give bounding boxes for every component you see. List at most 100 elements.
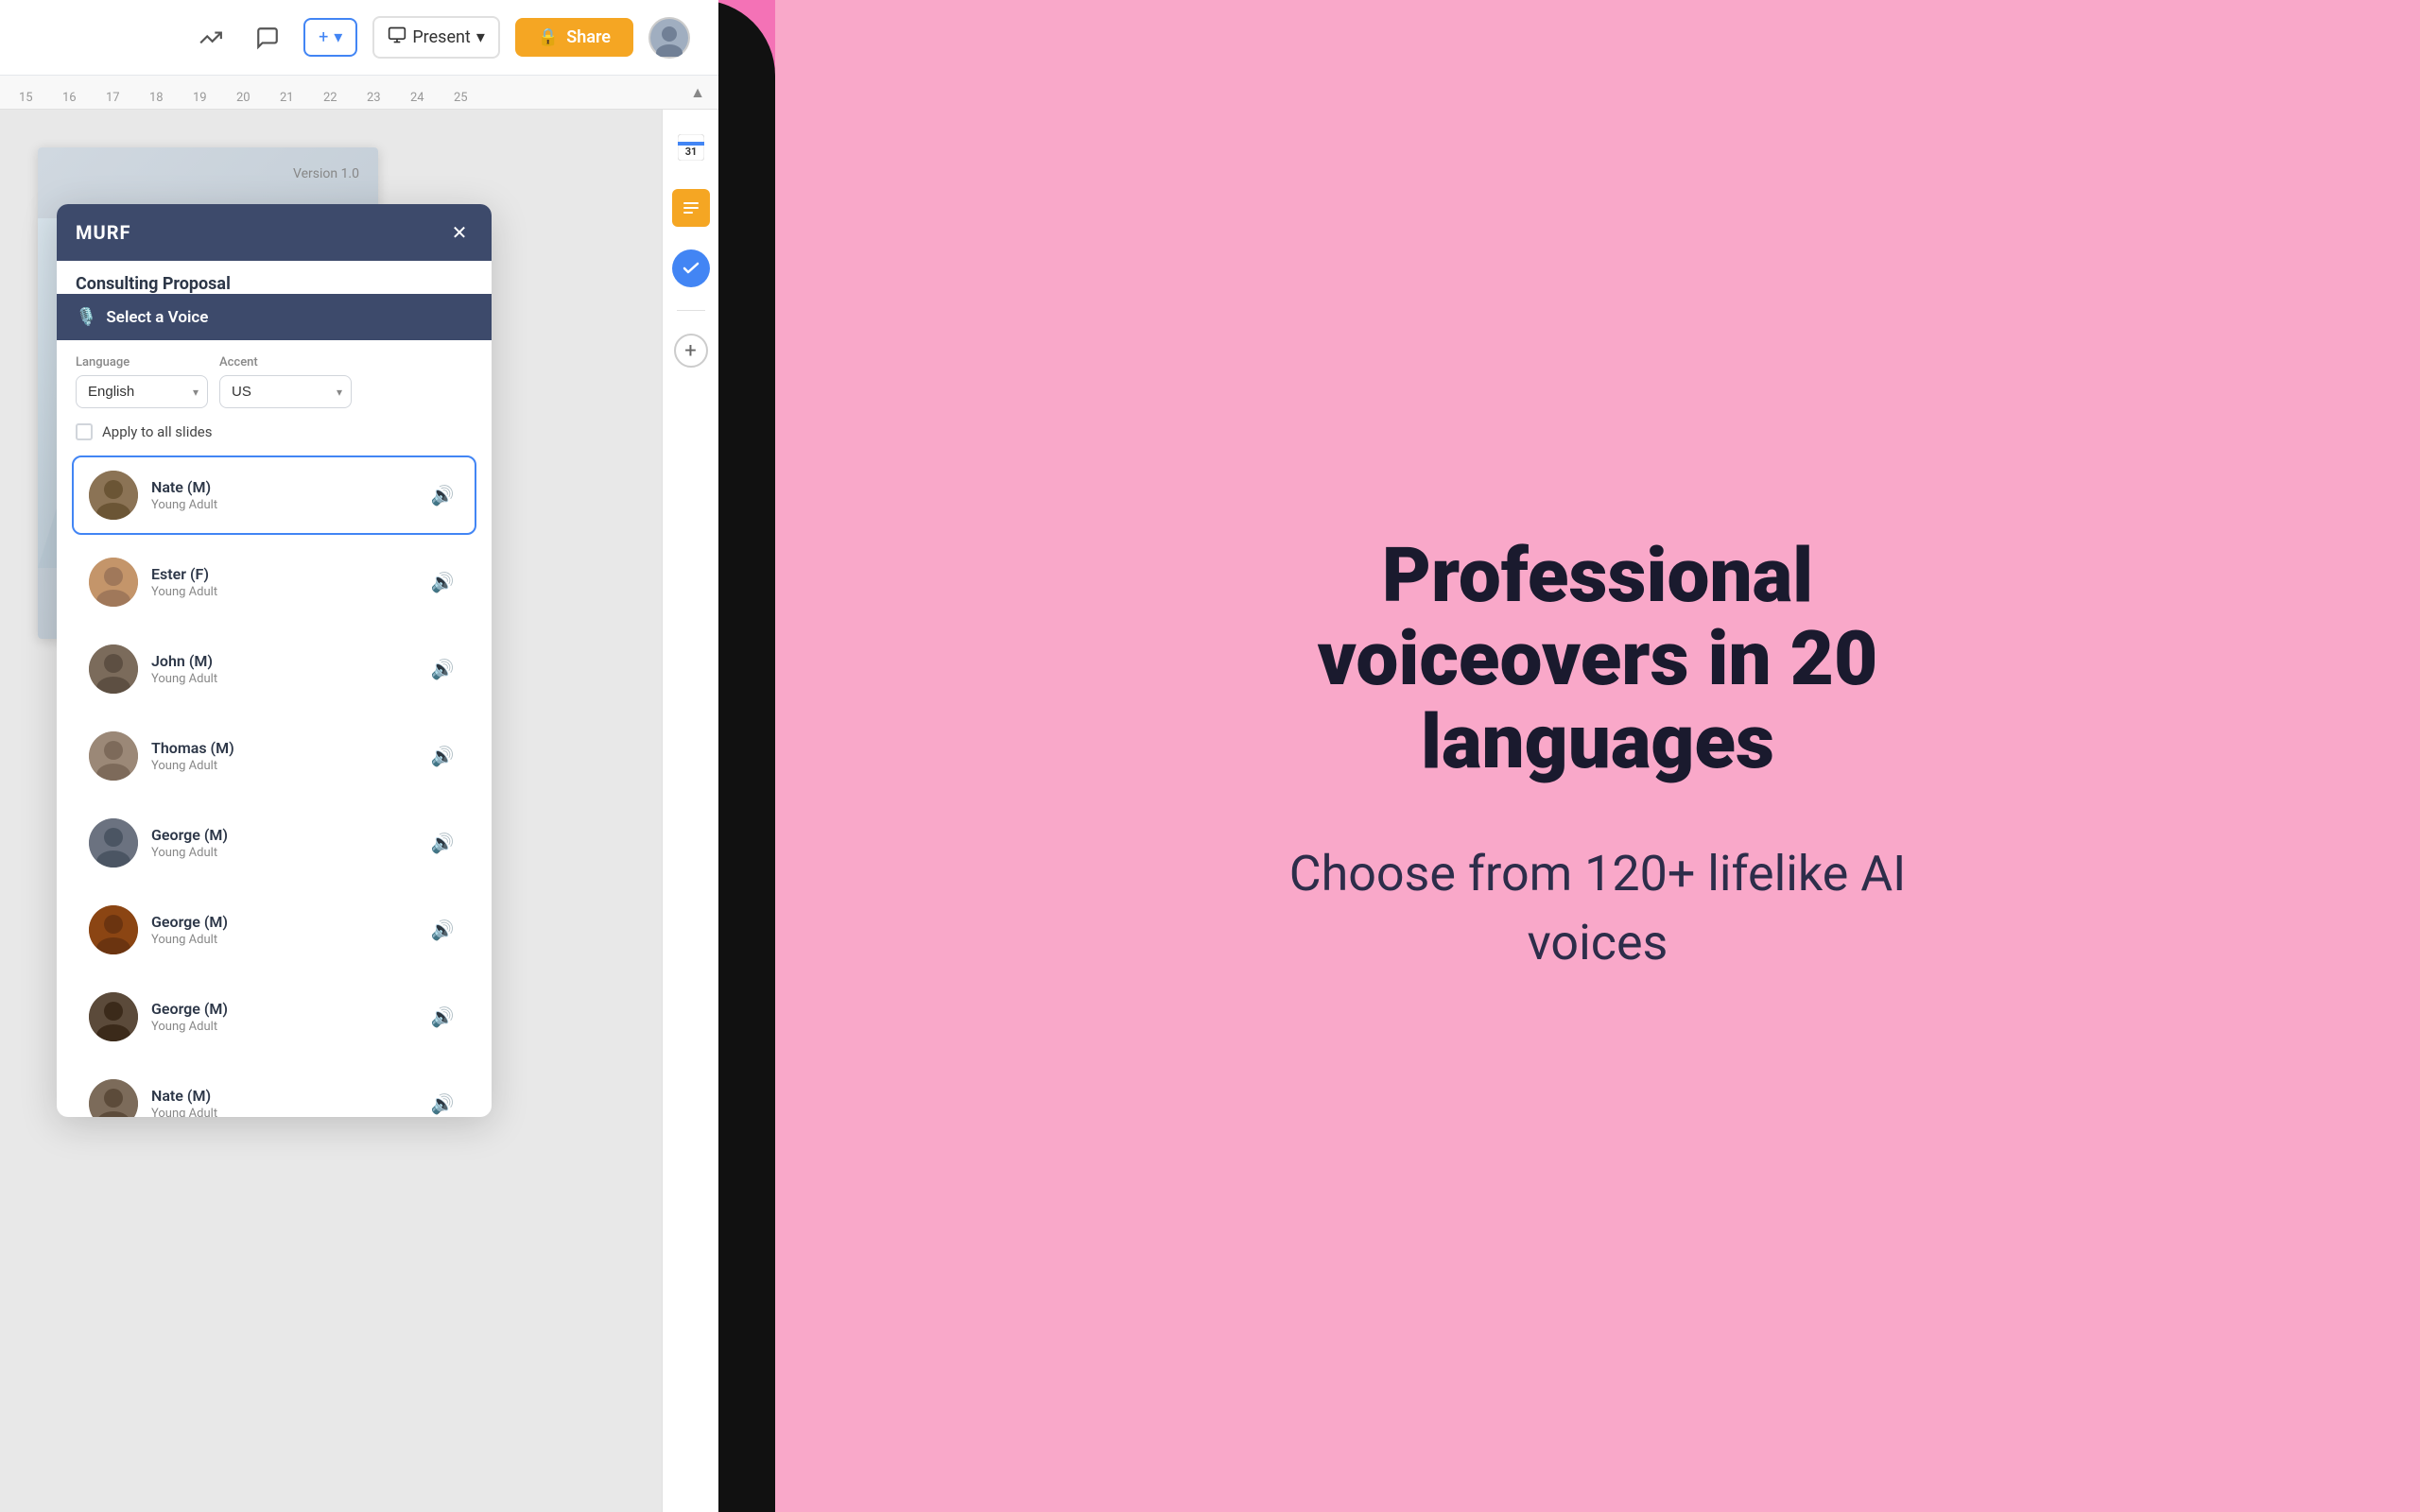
present-screen-icon [388,26,406,49]
voice-item-george-2[interactable]: George (M) Young Adult 🔊 [72,890,476,970]
voice-play-george-1[interactable]: 🔊 [425,826,459,860]
svg-text:31: 31 [684,146,697,158]
add-button[interactable]: + ▾ [303,18,357,57]
language-filter-group: Language English Spanish French ▾ [76,355,208,408]
voice-info-ester: Ester (F) Young Adult [151,565,425,599]
voice-item-george-1[interactable]: George (M) Young Adult 🔊 [72,803,476,883]
voice-play-george-3[interactable]: 🔊 [425,1000,459,1034]
language-label: Language [76,355,208,369]
accent-select[interactable]: US UK AU [219,375,352,408]
voice-item-thomas[interactable]: Thomas (M) Young Adult 🔊 [72,716,476,796]
accent-filter-group: Accent US UK AU ▾ [219,355,352,408]
ruler-17: 17 [106,91,149,109]
add-icon: + [319,27,328,47]
voice-info-george-1: George (M) Young Adult [151,826,425,860]
voice-item-nate-2[interactable]: Nate (M) Young Adult 🔊 [72,1064,476,1117]
apply-row: Apply to all slides [57,423,492,455]
voice-age-john: Young Adult [151,672,425,686]
present-button[interactable]: Present ▾ [372,16,500,59]
ruler: 15 16 17 18 19 20 21 22 23 24 25 ▲ [0,76,718,110]
sidebar-add-button[interactable]: + [674,334,708,368]
voice-play-nate-2[interactable]: 🔊 [425,1087,459,1117]
voice-item-nate-1[interactable]: Nate (M) Young Adult 🔊 [72,455,476,535]
laptop-frame: + ▾ Present ▾ 🔒 Share [0,0,775,1512]
voice-item-george-3[interactable]: George (M) Young Adult 🔊 [72,977,476,1057]
voice-play-thomas[interactable]: 🔊 [425,739,459,773]
apply-all-checkbox[interactable] [76,423,93,440]
voice-item-ester[interactable]: Ester (F) Young Adult 🔊 [72,542,476,622]
comments-icon[interactable] [247,17,288,59]
voice-age-george-3: Young Adult [151,1020,425,1034]
voice-item-john[interactable]: John (M) Young Adult 🔊 [72,629,476,709]
voice-name-nate-1: Nate (M) [151,478,425,496]
filter-row: Language English Spanish French ▾ Accent [57,340,492,423]
voice-play-nate-1[interactable]: 🔊 [425,478,459,512]
voice-name-george-3: George (M) [151,1000,425,1018]
hero-text-container: Professional voiceovers in 20 languages … [1267,534,1928,978]
document-title: Consulting Proposal [57,261,492,294]
voice-list: Nate (M) Young Adult 🔊 Ester (F) Young A… [57,455,492,1117]
voice-name-thomas: Thomas (M) [151,739,425,757]
ruler-18: 18 [149,91,193,109]
sidebar-divider [677,310,705,311]
ruler-23: 23 [367,91,410,109]
voice-age-ester: Young Adult [151,585,425,599]
voice-avatar-nate-1 [89,471,138,520]
toolbar: + ▾ Present ▾ 🔒 Share [0,0,718,76]
share-label: Share [566,27,611,47]
voice-age-george-1: Young Adult [151,846,425,860]
modal-close-button[interactable]: ✕ [446,219,473,246]
voice-play-john[interactable]: 🔊 [425,652,459,686]
accent-select-wrapper: US UK AU ▾ [219,375,352,408]
select-voice-label: Select a Voice [106,308,208,327]
voice-avatar-george-2 [89,905,138,954]
ruler-22: 22 [323,91,367,109]
version-label: Version 1.0 [293,166,359,181]
slide-canvas-area: Version 1.0 MURF ✕ Consulting Proposal 🎙… [0,110,718,1512]
hero-subtitle: Choose from 120+ lifelike AI voices [1267,840,1928,978]
present-label: Present [412,27,471,47]
voice-avatar-george-1 [89,818,138,868]
voice-info-thomas: Thomas (M) Young Adult [151,739,425,773]
voice-info-nate-1: Nate (M) Young Adult [151,478,425,512]
select-voice-bar: 🎙️ Select a Voice [57,294,492,340]
ruler-20: 20 [236,91,280,109]
voice-name-ester: Ester (F) [151,565,425,583]
right-hero-section: Professional voiceovers in 20 languages … [775,0,2420,1512]
share-button[interactable]: 🔒 Share [515,18,633,57]
murf-modal: MURF ✕ Consulting Proposal 🎙️ Select a V… [57,204,492,1117]
voice-play-ester[interactable]: 🔊 [425,565,459,599]
ruler-15: 15 [19,91,62,109]
ruler-25: 25 [454,91,497,109]
right-sidebar: 31 + [662,110,718,1512]
lock-icon: 🔒 [538,27,559,47]
google-calendar-icon[interactable]: 31 [672,129,710,166]
ruler-19: 19 [193,91,236,109]
language-select-wrapper: English Spanish French ▾ [76,375,208,408]
voice-avatar-george-3 [89,992,138,1041]
voice-name-george-1: George (M) [151,826,425,844]
add-chevron: ▾ [334,27,342,47]
analytics-icon[interactable] [190,17,232,59]
ruler-16: 16 [62,91,106,109]
screen-content: + ▾ Present ▾ 🔒 Share [0,0,718,1512]
present-chevron: ▾ [476,27,485,47]
voice-info-john: John (M) Young Adult [151,652,425,686]
voice-name-george-2: George (M) [151,913,425,931]
mic-icon: 🎙️ [76,307,96,327]
blue-check-icon[interactable] [672,249,710,287]
language-select[interactable]: English Spanish French [76,375,208,408]
ruler-24: 24 [410,91,454,109]
ruler-numbers: 15 16 17 18 19 20 21 22 23 24 25 [0,76,497,109]
voice-info-george-2: George (M) Young Adult [151,913,425,947]
voice-avatar-nate-2 [89,1079,138,1117]
yellow-note-icon[interactable] [672,189,710,227]
voice-avatar-ester [89,558,138,607]
voice-info-george-3: George (M) Young Adult [151,1000,425,1034]
voice-avatar-john [89,644,138,694]
ruler-close-button[interactable]: ▲ [684,79,711,106]
voice-play-george-2[interactable]: 🔊 [425,913,459,947]
voice-name-john: John (M) [151,652,425,670]
user-avatar[interactable] [648,17,690,59]
voice-age-nate-2: Young Adult [151,1107,425,1117]
